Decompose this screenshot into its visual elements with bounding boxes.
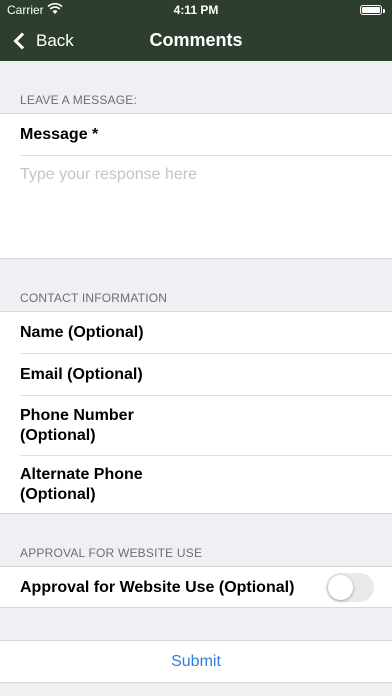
message-row: Message * <box>0 114 392 155</box>
status-time: 4:11 PM <box>173 3 219 17</box>
navigation-bar: Back Comments <box>0 20 392 61</box>
approval-row: Approval for Website Use (Optional) <box>0 567 392 608</box>
message-group: Message * <box>0 113 392 259</box>
email-field[interactable]: Email (Optional) <box>0 354 392 395</box>
phone-label-line1: Phone Number <box>20 407 134 424</box>
toggle-knob <box>328 575 353 600</box>
submit-button[interactable]: Submit <box>0 653 392 671</box>
section-header-approval: APPROVAL FOR WEBSITE USE <box>20 546 203 560</box>
approval-group: Approval for Website Use (Optional) <box>0 566 392 608</box>
submit-group: Submit <box>0 640 392 683</box>
alternate-phone-label-line2: (Optional) <box>20 486 96 503</box>
section-header-contact: CONTACT INFORMATION <box>20 291 168 305</box>
approval-label: Approval for Website Use (Optional) <box>20 579 295 596</box>
email-label: Email (Optional) <box>20 366 143 383</box>
alternate-phone-label-line1: Alternate Phone <box>20 466 143 483</box>
approval-toggle[interactable] <box>326 573 374 602</box>
name-label: Name (Optional) <box>20 324 144 341</box>
message-label: Message * <box>20 126 99 143</box>
section-header-leave-message: LEAVE A MESSAGE: <box>20 93 138 107</box>
status-bar: Carrier 4:11 PM <box>0 0 392 20</box>
page-title: Comments <box>149 30 243 50</box>
phone-label-line2: (Optional) <box>20 427 96 444</box>
message-textarea[interactable] <box>20 166 372 246</box>
divider <box>20 155 392 156</box>
alternate-phone-field[interactable]: Alternate Phone (Optional) <box>0 456 392 515</box>
battery-icon <box>360 5 385 15</box>
phone-field[interactable]: Phone Number (Optional) <box>0 396 392 455</box>
contact-group: Name (Optional) Email (Optional) Phone N… <box>0 311 392 514</box>
name-field[interactable]: Name (Optional) <box>0 312 392 353</box>
